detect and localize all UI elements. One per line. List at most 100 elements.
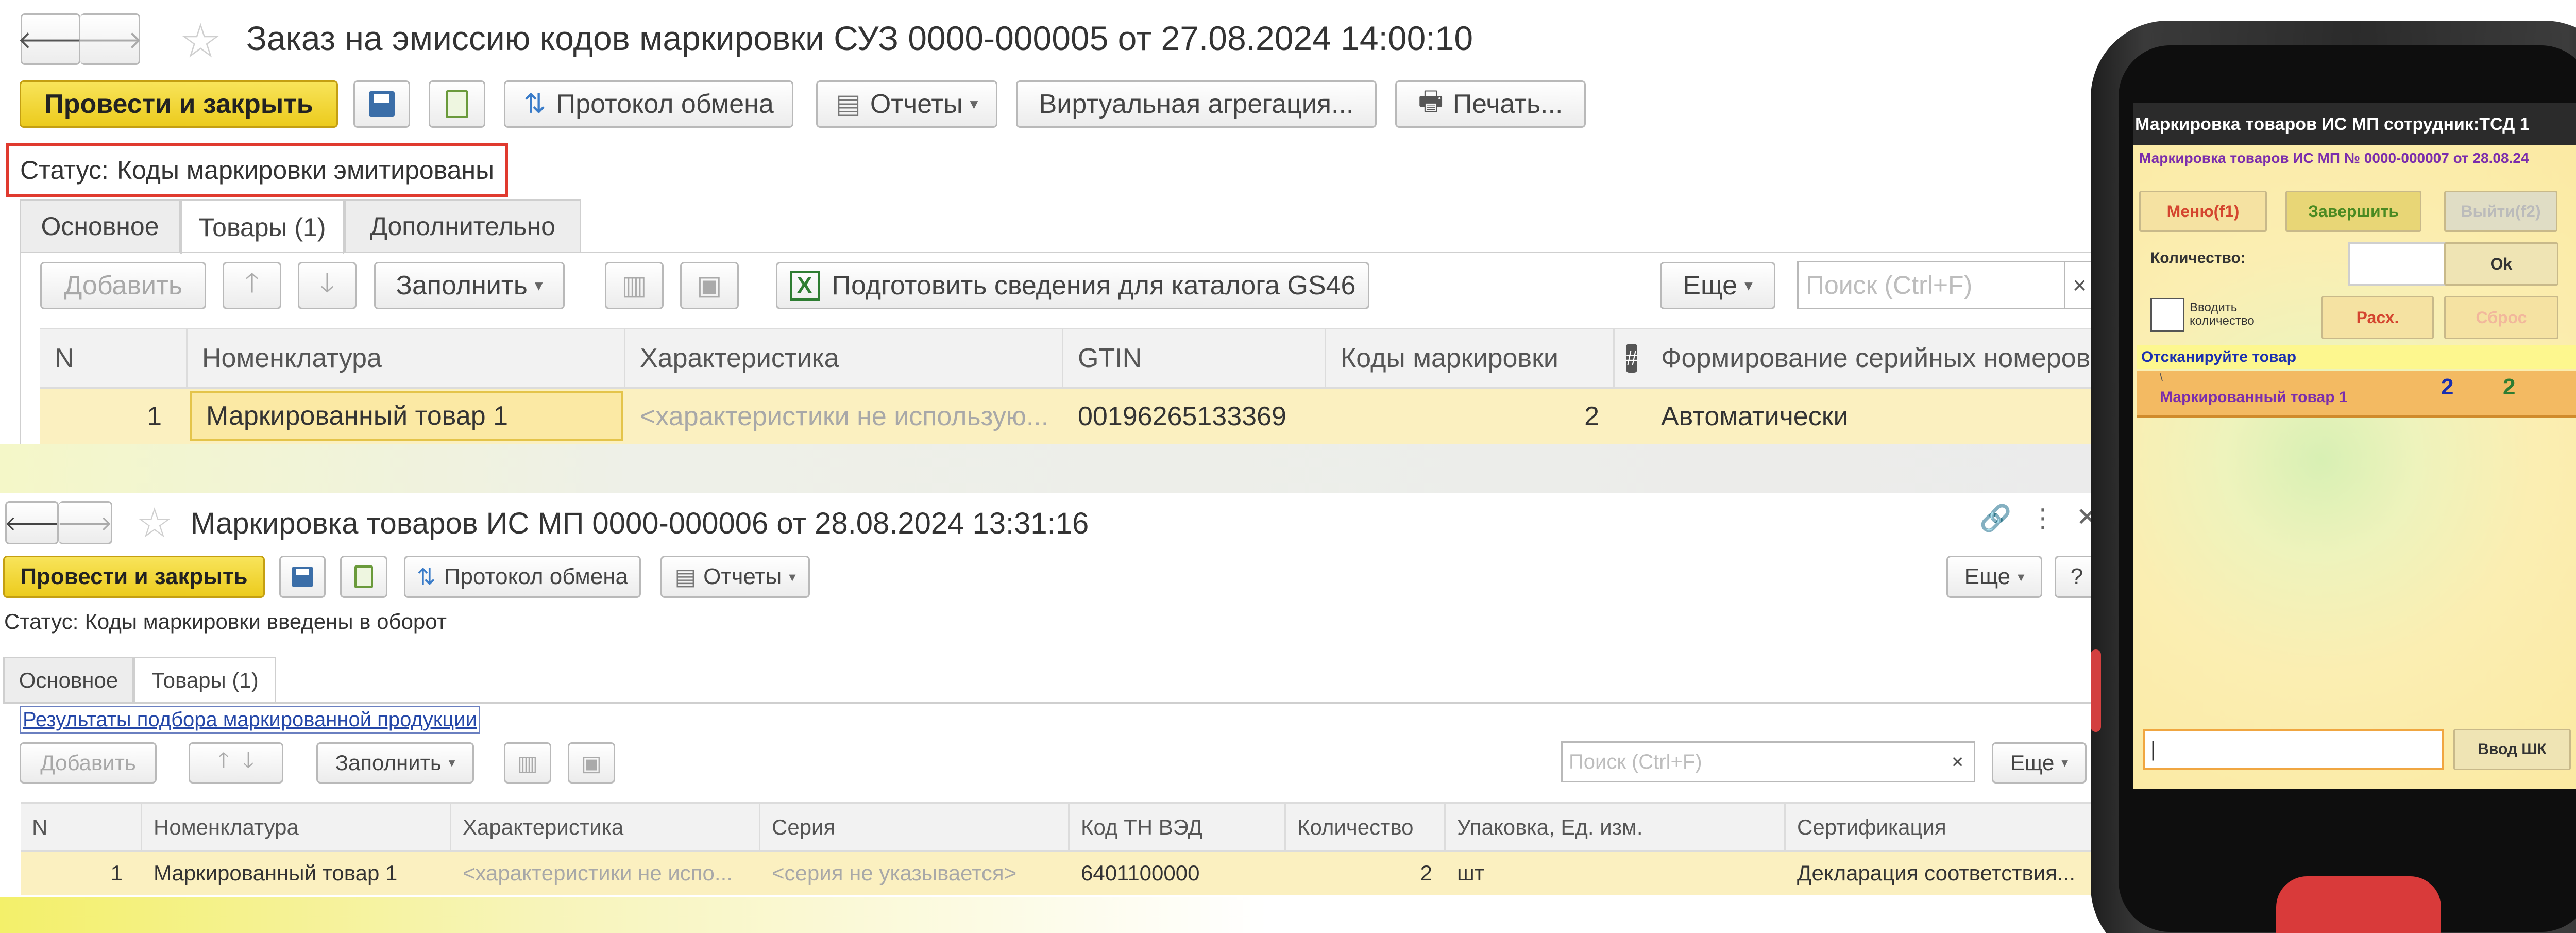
exit-button[interactable]: Выйти(f2) <box>2444 191 2557 232</box>
barcode-button[interactable]: ▥ <box>605 262 664 309</box>
reports-dropdown[interactable]: ▤ Отчеты <box>816 80 997 128</box>
save-button-2[interactable] <box>279 556 326 598</box>
column-header-tnved[interactable]: Код ТН ВЭД <box>1070 804 1286 851</box>
column-header-gtin[interactable]: GTIN <box>1063 329 1326 387</box>
post-and-close-button[interactable]: Провести и закрыть <box>20 80 338 128</box>
reports-dropdown-2[interactable]: ▤ Отчеты <box>660 556 810 598</box>
column-header-serial-flag[interactable]: # <box>1615 329 1638 387</box>
search-input[interactable]: Поиск (Ctrl+F) <box>1797 261 2066 309</box>
more-dropdown[interactable]: Еще <box>1660 262 1775 309</box>
favorite-star-icon[interactable]: ☆ <box>136 499 173 547</box>
column-header-n[interactable]: N <box>40 329 188 387</box>
tab-main[interactable]: Основное <box>20 199 180 252</box>
cell-serial[interactable]: Автоматически <box>1647 389 2112 444</box>
add-button[interactable]: Добавить <box>40 262 206 309</box>
cell-unit[interactable]: шт <box>1446 852 1786 895</box>
cell-characteristic[interactable]: <характеристики не использую... <box>625 389 1063 444</box>
selection-results-link[interactable]: Результаты подбора маркированной продукц… <box>20 706 480 734</box>
cell-codes[interactable]: 2 <box>1326 389 1615 444</box>
column-header-series[interactable]: Серия <box>760 804 1070 851</box>
cell-certification[interactable]: Декларация соответствия... <box>1786 852 2112 895</box>
favorite-star-icon[interactable]: ☆ <box>179 13 222 69</box>
post-document-button-2[interactable] <box>340 556 387 598</box>
reports-label: Отчеты <box>703 564 782 589</box>
move-up-down-buttons[interactable]: 🡑 🡓 <box>189 742 283 784</box>
terminal-document: Маркировка товаров ИС МП № 0000-000007 о… <box>2139 150 2529 166</box>
cell-characteristic[interactable]: <характеристики не испо... <box>451 852 760 895</box>
exchange-protocol-button[interactable]: ⇅ Протокол обмена <box>504 80 793 128</box>
reset-button[interactable]: Сброс <box>2444 296 2558 339</box>
item-required-qty: 2 <box>2441 374 2454 399</box>
move-down-button[interactable]: 🡓 <box>298 262 357 309</box>
scan-trigger-button[interactable] <box>2276 876 2441 933</box>
post-document-button[interactable] <box>429 80 485 128</box>
enter-barcode-button[interactable]: Ввод ШК <box>2453 729 2571 770</box>
search-input-2[interactable]: Поиск (Ctrl+F) <box>1561 741 1942 782</box>
back-button[interactable]: 🡐 <box>18 13 83 65</box>
cell-gtin[interactable]: 00196265133369 <box>1063 389 1326 444</box>
barcode-input[interactable]: | <box>2143 729 2444 770</box>
move-up-button[interactable]: 🡑 <box>223 262 281 309</box>
status-value: Коды маркировки введены в оборот <box>84 609 447 634</box>
column-header-certification[interactable]: Сертификация <box>1786 804 2112 851</box>
print-button[interactable]: 🖶 Печать... <box>1395 80 1586 128</box>
column-header-characteristic[interactable]: Характеристика <box>451 804 760 851</box>
arrow-down-icon: 🡓 <box>243 747 254 772</box>
cell-nomenclature[interactable]: Маркированный товар 1 <box>190 391 623 441</box>
link-icon[interactable]: 🔗 <box>1979 503 2011 534</box>
post-and-close-button-2[interactable]: Провести и закрыть <box>3 556 265 598</box>
status-box: Статус: Коды маркировки эмитированы <box>6 143 509 197</box>
excel-icon: X <box>789 271 820 301</box>
column-header-characteristic[interactable]: Характеристика <box>625 329 1063 387</box>
data-collection-button[interactable]: ▣ <box>680 262 739 309</box>
tab-goods[interactable]: Товары (1) <box>180 199 344 254</box>
virtual-aggregation-button[interactable]: Виртуальная агрегация... <box>1016 80 1377 128</box>
scanned-item-row[interactable]: \ Маркированный товар 1 2 2 <box>2137 371 2576 418</box>
enter-quantity-label: Вводить количество <box>2190 301 2255 328</box>
fill-dropdown[interactable]: Заполнить <box>374 262 565 309</box>
finish-button[interactable]: Завершить <box>2285 191 2421 232</box>
cell-tnved[interactable]: 6401100000 <box>1070 852 1286 895</box>
fill-dropdown-2[interactable]: Заполнить <box>316 742 474 784</box>
item-scanned-qty: 2 <box>2503 374 2516 399</box>
tab-additional[interactable]: Дополнительно <box>344 199 581 252</box>
prepare-gs46-button[interactable]: X Подготовить сведения для каталога GS46 <box>776 262 1369 309</box>
forward-button-2[interactable]: 🡒 <box>57 501 112 544</box>
terminal-title: Маркировка товаров ИС МП сотрудник:ТСД 1 <box>2133 103 2576 145</box>
save-button[interactable] <box>353 80 410 128</box>
column-header-nomenclature[interactable]: Номенклатура <box>142 804 451 851</box>
more-dropdown-3[interactable]: Еще <box>1992 742 2087 784</box>
add-button-2[interactable]: Добавить <box>20 742 157 784</box>
table-row-2[interactable]: 1 Маркированный товар 1 <характеристики … <box>21 852 2112 895</box>
exchange-protocol-button-2[interactable]: ⇅ Протокол обмена <box>404 556 641 598</box>
more-vertical-icon[interactable]: ⋮ <box>2030 503 2056 533</box>
more-dropdown-2[interactable]: Еще <box>1946 556 2042 598</box>
table-row[interactable]: 1 Маркированный товар 1 <характеристики … <box>40 389 2112 444</box>
cell-quantity[interactable]: 2 <box>1286 852 1446 895</box>
tab-goods-2[interactable]: Товары (1) <box>134 657 276 702</box>
data-collection-button-2[interactable]: ▣ <box>568 742 615 784</box>
back-button-2[interactable]: 🡐 <box>4 501 60 544</box>
column-header-quantity[interactable]: Количество <box>1286 804 1446 851</box>
column-header-unit[interactable]: Упаковка, Ед. изм. <box>1446 804 1786 851</box>
ok-button[interactable]: Ok <box>2444 242 2558 286</box>
hash-icon: # <box>1626 344 1638 373</box>
enter-quantity-checkbox[interactable] <box>2150 298 2184 332</box>
column-header-n[interactable]: N <box>21 804 142 851</box>
page-title: Заказ на эмиссию кодов маркировки СУЗ 00… <box>246 19 1473 57</box>
search-clear-button-2[interactable]: × <box>1941 741 1975 782</box>
terminal-icon: ▣ <box>581 751 602 775</box>
forward-button[interactable]: 🡒 <box>76 13 143 65</box>
cell-nomenclature[interactable]: Маркированный товар 1 <box>142 852 451 895</box>
column-header-nomenclature[interactable]: Номенклатура <box>188 329 625 387</box>
item-name: Маркированный товар 1 <box>2160 389 2348 406</box>
barcode-button-2[interactable]: ▥ <box>504 742 551 784</box>
column-header-codes[interactable]: Коды маркировки <box>1326 329 1615 387</box>
column-header-serial[interactable]: Формирование серийных номеров <box>1647 329 2112 387</box>
discrepancy-button[interactable]: Расх. <box>2321 296 2434 339</box>
menu-button[interactable]: Меню(f1) <box>2139 191 2267 232</box>
cell-series[interactable]: <серия не указывается> <box>760 852 1070 895</box>
bottom-glow <box>0 897 2112 933</box>
tab-main-2[interactable]: Основное <box>3 657 134 702</box>
side-scan-button-left[interactable] <box>2091 649 2101 732</box>
